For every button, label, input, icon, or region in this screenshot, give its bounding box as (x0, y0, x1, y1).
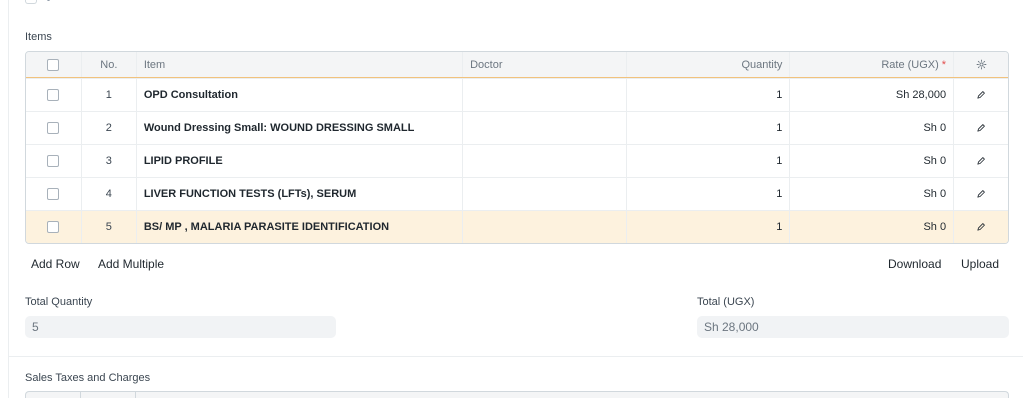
taxes-section-label: Sales Taxes and Charges (25, 372, 151, 384)
column-header-rate: Rate (UGX) * (789, 52, 953, 77)
download-button[interactable]: Download (888, 257, 941, 271)
required-marker: * (941, 58, 947, 71)
section-divider (8, 356, 1023, 357)
add-row-button[interactable]: Add Row (31, 257, 80, 271)
row-number: 5 (80, 211, 136, 243)
row-doctor[interactable] (462, 211, 626, 243)
table-row[interactable]: 5 BS/ MP , MALARIA PARASITE IDENTIFICATI… (26, 210, 1008, 243)
row-number: 3 (80, 145, 136, 177)
select-all-cell (26, 52, 81, 77)
row-number: 1 (80, 79, 136, 111)
row-rate[interactable]: Sh 0 (789, 178, 953, 210)
form-left-border (8, 0, 9, 398)
items-section-label: Items (25, 31, 52, 43)
previous-field-marker (47, 0, 50, 1)
row-quantity[interactable]: 1 (625, 145, 790, 177)
taxes-column-separator (135, 392, 136, 398)
row-checkbox[interactable] (47, 188, 60, 200)
row-select-cell (26, 211, 81, 243)
column-header-no: No. (80, 52, 136, 77)
pencil-icon[interactable] (976, 90, 986, 100)
row-rate[interactable]: Sh 0 (789, 112, 953, 144)
row-doctor[interactable] (462, 178, 626, 210)
pencil-icon[interactable] (976, 123, 986, 133)
row-item[interactable]: Wound Dressing Small: WOUND DRESSING SMA… (135, 112, 462, 144)
add-multiple-button[interactable]: Add Multiple (98, 257, 164, 271)
row-doctor[interactable] (462, 145, 626, 177)
row-checkbox[interactable] (47, 155, 60, 167)
select-all-checkbox[interactable] (47, 58, 60, 71)
row-checkbox[interactable] (47, 122, 60, 134)
total-label: Total (UGX) (697, 296, 755, 308)
column-header-quantity: Quantity (625, 52, 790, 77)
total-field: Sh 28,000 (697, 316, 1009, 338)
row-select-cell (26, 145, 81, 177)
row-number: 2 (80, 112, 136, 144)
row-item[interactable]: LIPID PROFILE (135, 145, 462, 177)
table-row[interactable]: 1 OPD Consultation 1 Sh 28,000 (26, 78, 1008, 111)
table-row[interactable]: 2 Wound Dressing Small: WOUND DRESSING S… (26, 111, 1008, 144)
row-edit-cell (953, 79, 1008, 111)
row-edit-cell (953, 178, 1008, 210)
row-rate[interactable]: Sh 0 (789, 211, 953, 243)
row-edit-cell (953, 112, 1008, 144)
row-quantity[interactable]: 1 (625, 112, 790, 144)
row-select-cell (26, 79, 81, 111)
row-edit-cell (953, 211, 1008, 243)
row-select-cell (26, 178, 81, 210)
table-row[interactable]: 4 LIVER FUNCTION TESTS (LFTs), SERUM 1 S… (26, 177, 1008, 210)
upload-button[interactable]: Upload (961, 257, 999, 271)
gear-icon[interactable] (976, 59, 987, 70)
row-item[interactable]: OPD Consultation (135, 79, 462, 111)
row-doctor[interactable] (462, 79, 626, 111)
items-table-header: No. Item Doctor Quantity Rate (UGX) * (26, 52, 1008, 78)
row-item[interactable]: LIVER FUNCTION TESTS (LFTs), SERUM (135, 178, 462, 210)
row-number: 4 (80, 178, 136, 210)
total-quantity-field: 5 (25, 316, 336, 338)
row-quantity[interactable]: 1 (625, 79, 790, 111)
column-header-rate-label: Rate (UGX) (881, 58, 939, 71)
column-header-doctor: Doctor (462, 52, 626, 77)
row-select-cell (26, 112, 81, 144)
column-header-item: Item (135, 52, 462, 77)
taxes-column-separator (80, 392, 81, 398)
row-checkbox[interactable] (47, 221, 60, 233)
table-row[interactable]: 3 LIPID PROFILE 1 Sh 0 (26, 144, 1008, 177)
row-rate[interactable]: Sh 28,000 (789, 79, 953, 111)
row-item[interactable]: BS/ MP , MALARIA PARASITE IDENTIFICATION (135, 211, 462, 243)
row-doctor[interactable] (462, 112, 626, 144)
taxes-table-header (25, 391, 1009, 398)
row-edit-cell (953, 145, 1008, 177)
total-quantity-label: Total Quantity (25, 296, 93, 308)
row-checkbox[interactable] (47, 89, 60, 101)
items-table: No. Item Doctor Quantity Rate (UGX) * 1 O… (25, 51, 1009, 244)
pencil-icon[interactable] (976, 189, 986, 199)
row-quantity[interactable]: 1 (625, 211, 790, 243)
column-settings-cell (953, 52, 1008, 77)
row-rate[interactable]: Sh 0 (789, 145, 953, 177)
row-quantity[interactable]: 1 (625, 178, 790, 210)
pencil-icon[interactable] (976, 222, 986, 232)
previous-field-checkbox[interactable] (25, 0, 37, 4)
pencil-icon[interactable] (976, 156, 986, 166)
